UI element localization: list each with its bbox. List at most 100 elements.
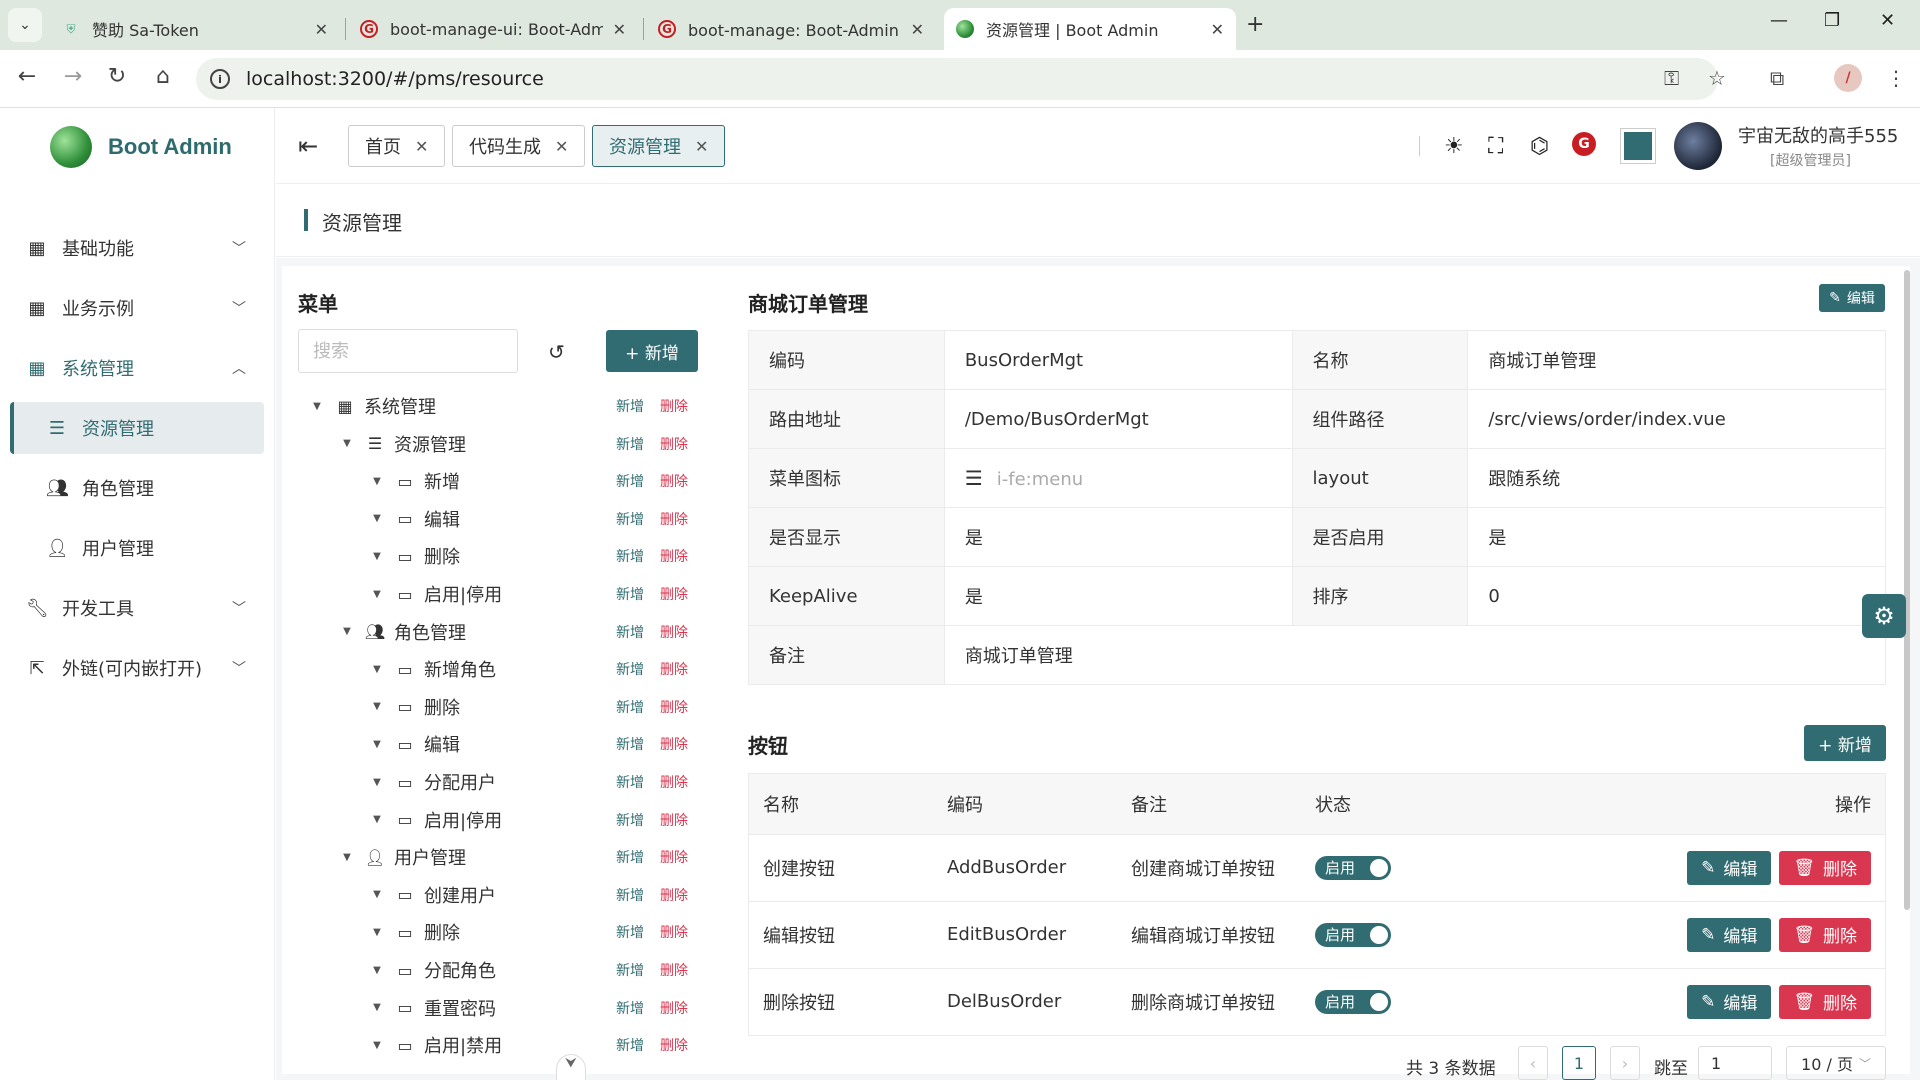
tree-add-link[interactable]: 新增 xyxy=(616,622,644,642)
caret-down-icon[interactable]: ▼ xyxy=(370,965,384,976)
tree-delete-link[interactable]: 删除 xyxy=(660,622,688,642)
caret-down-icon[interactable]: ▼ xyxy=(370,777,384,788)
search-input[interactable] xyxy=(298,329,518,373)
prev-page-icon[interactable]: ‹ xyxy=(1518,1046,1548,1080)
tree-node[interactable]: ▼ ▭ 删除 新增 删除 xyxy=(298,914,694,950)
tree-add-link[interactable]: 新增 xyxy=(616,471,644,491)
delete-button[interactable]: 🗑︎ 删除 xyxy=(1779,850,1871,885)
tree-delete-link[interactable]: 删除 xyxy=(660,509,688,529)
forward-icon[interactable]: → xyxy=(58,64,88,89)
new-tab-icon[interactable]: + xyxy=(1246,12,1264,37)
tree-node[interactable]: ▼ ▭ 重置密码 新增 删除 xyxy=(298,990,694,1026)
tree-add-link[interactable]: 新增 xyxy=(616,396,644,416)
tree-node[interactable]: ▼ ▭ 新增 新增 删除 xyxy=(298,463,694,499)
edit-button[interactable]: ✎ 编辑 xyxy=(1687,984,1772,1019)
fullscreen-icon[interactable]: ⛶ xyxy=(1488,134,1503,159)
browser-tab[interactable]: G boot-manage-ui: Boot-Admi ✕ xyxy=(348,8,638,50)
tree-add-link[interactable]: 新增 xyxy=(616,1035,644,1055)
minimize-icon[interactable]: — xyxy=(1770,10,1788,31)
tab-codegen[interactable]: 代码生成 ✕ xyxy=(452,125,586,167)
caret-down-icon[interactable]: ▼ xyxy=(370,701,384,712)
tree-node[interactable]: ▼ ▭ 编辑 新增 删除 xyxy=(298,501,694,537)
home-icon[interactable]: ⌂ xyxy=(148,64,178,89)
status-toggle[interactable]: 启用 xyxy=(1315,855,1391,880)
tab-home[interactable]: 首页 ✕ xyxy=(348,125,446,167)
sidebar-item-resource[interactable]: ☰ 资源管理 xyxy=(10,402,264,454)
delete-button[interactable]: 🗑︎ 删除 xyxy=(1779,917,1871,952)
caret-down-icon[interactable]: ▼ xyxy=(340,852,354,863)
gitee-icon[interactable]: G xyxy=(1572,132,1596,156)
tree-node[interactable]: ▼ ☰ 资源管理 新增 删除 xyxy=(298,426,694,462)
tree-add-link[interactable]: 新增 xyxy=(616,885,644,905)
add-button-button[interactable]: + 新增 xyxy=(1804,725,1886,761)
tree-node[interactable]: ▼ 👥︎ 角色管理 新增 删除 xyxy=(298,614,694,650)
sidebar-item-basic[interactable]: ▦ 基础功能 ﹀ xyxy=(10,222,264,274)
tree-add-link[interactable]: 新增 xyxy=(616,734,644,754)
tree-delete-link[interactable]: 删除 xyxy=(660,772,688,792)
close-window-icon[interactable]: ✕ xyxy=(1880,10,1895,31)
edit-menu-button[interactable]: ✎ 编辑 xyxy=(1819,284,1885,312)
app-logo[interactable]: Boot Admin xyxy=(50,126,232,168)
tree-node[interactable]: ▼ ▭ 新增角色 新增 删除 xyxy=(298,651,694,687)
status-toggle[interactable]: 启用 xyxy=(1315,989,1391,1014)
tree-delete-link[interactable]: 删除 xyxy=(660,810,688,830)
caret-down-icon[interactable]: ▼ xyxy=(340,438,354,449)
caret-down-icon[interactable]: ▼ xyxy=(370,814,384,825)
tree-node[interactable]: ▼ ▦ 系统管理 新增 删除 xyxy=(298,388,694,424)
close-icon[interactable]: ✕ xyxy=(695,137,708,156)
close-icon[interactable]: ✕ xyxy=(315,20,328,39)
gear-icon[interactable]: ⚙ xyxy=(1862,594,1906,638)
tree-delete-link[interactable]: 删除 xyxy=(660,922,688,942)
sidebar-item-system[interactable]: ▦ 系统管理 ︿ xyxy=(10,342,264,394)
edit-button[interactable]: ✎ 编辑 xyxy=(1687,850,1772,885)
caret-down-icon[interactable]: ▼ xyxy=(370,1040,384,1051)
tree-add-link[interactable]: 新增 xyxy=(616,659,644,679)
caret-down-icon[interactable]: ▼ xyxy=(310,401,324,412)
jump-input[interactable]: 1 xyxy=(1698,1046,1772,1080)
caret-down-icon[interactable]: ▼ xyxy=(370,551,384,562)
tree-node[interactable]: ▼ ▭ 删除 新增 删除 xyxy=(298,538,694,574)
tree-delete-link[interactable]: 删除 xyxy=(660,396,688,416)
tree-add-link[interactable]: 新增 xyxy=(616,509,644,529)
tree-delete-link[interactable]: 删除 xyxy=(660,998,688,1018)
tree-add-link[interactable]: 新增 xyxy=(616,960,644,980)
tree-node[interactable]: ▼ ▭ 编辑 新增 删除 xyxy=(298,726,694,762)
close-icon[interactable]: ✕ xyxy=(415,137,428,156)
caret-down-icon[interactable]: ▼ xyxy=(370,889,384,900)
scroll-down-icon[interactable]: ⮟ xyxy=(556,1054,586,1080)
scrollbar-thumb[interactable] xyxy=(1904,270,1910,910)
tree-add-link[interactable]: 新增 xyxy=(616,697,644,717)
tree-delete-link[interactable]: 删除 xyxy=(660,659,688,679)
info-icon[interactable]: i xyxy=(210,69,230,89)
edit-button[interactable]: ✎ 编辑 xyxy=(1687,917,1772,952)
tree-delete-link[interactable]: 删除 xyxy=(660,734,688,754)
tree-node[interactable]: ▼ ▭ 启用|停用 新增 删除 xyxy=(298,802,694,838)
tree-add-link[interactable]: 新增 xyxy=(616,810,644,830)
tree-delete-link[interactable]: 删除 xyxy=(660,697,688,717)
tab-search-button[interactable]: ⌄ xyxy=(8,8,42,42)
caret-down-icon[interactable]: ▼ xyxy=(370,1002,384,1013)
caret-down-icon[interactable]: ▼ xyxy=(370,513,384,524)
close-icon[interactable]: ✕ xyxy=(555,137,568,156)
add-menu-button[interactable]: + 新增 xyxy=(606,330,698,372)
tree-add-link[interactable]: 新增 xyxy=(616,772,644,792)
tree-delete-link[interactable]: 删除 xyxy=(660,960,688,980)
sun-icon[interactable]: ☀ xyxy=(1444,134,1464,159)
tree-node[interactable]: ▼ ▭ 启用|停用 新增 删除 xyxy=(298,576,694,612)
caret-down-icon[interactable]: ▼ xyxy=(370,739,384,750)
back-icon[interactable]: ← xyxy=(12,64,42,89)
delete-button[interactable]: 🗑︎ 删除 xyxy=(1779,984,1871,1019)
collapse-menu-icon[interactable]: ⇤ xyxy=(298,132,318,160)
scrollbar[interactable] xyxy=(1904,266,1912,1074)
sidebar-item-role[interactable]: 👥︎ 角色管理 xyxy=(10,462,264,514)
tree-node[interactable]: ▼ ▭ 创建用户 新增 删除 xyxy=(298,877,694,913)
reload-icon[interactable]: ↻ xyxy=(102,64,132,89)
tree-add-link[interactable]: 新增 xyxy=(616,998,644,1018)
tree-delete-link[interactable]: 删除 xyxy=(660,885,688,905)
browser-tab-active[interactable]: 资源管理 | Boot Admin ✕ xyxy=(944,8,1236,50)
url-field[interactable]: i localhost:3200/#/pms/resource xyxy=(196,58,1718,100)
github-icon[interactable]: ⌬ xyxy=(1530,134,1549,159)
tree-add-link[interactable]: 新增 xyxy=(616,546,644,566)
sidebar-item-business[interactable]: ▦ 业务示例 ﹀ xyxy=(10,282,264,334)
caret-down-icon[interactable]: ▼ xyxy=(370,927,384,938)
